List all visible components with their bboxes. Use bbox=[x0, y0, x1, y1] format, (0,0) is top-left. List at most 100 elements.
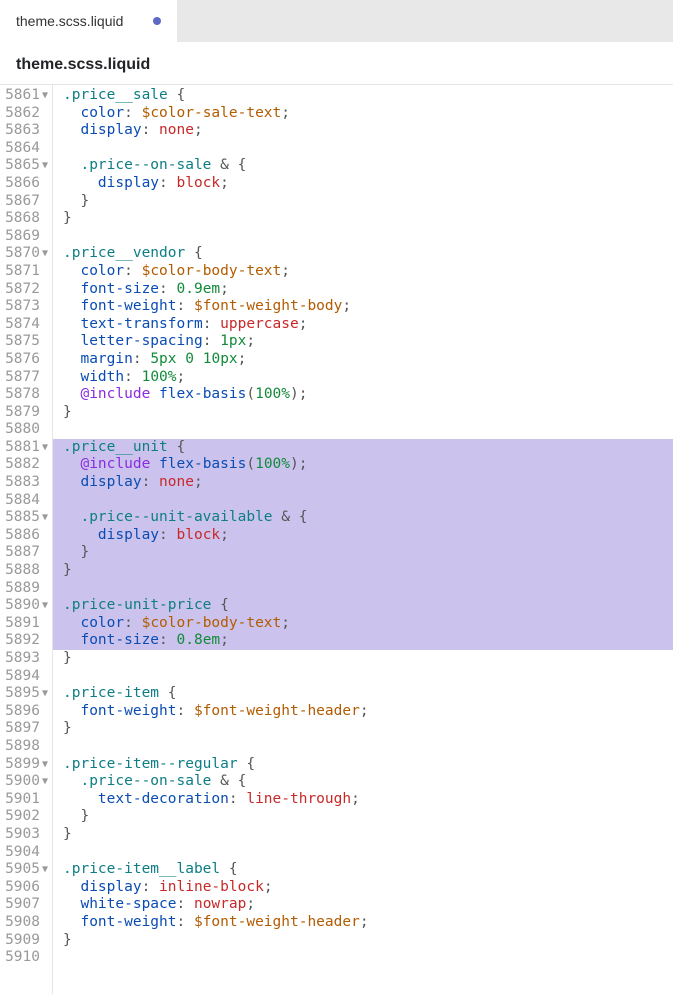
gutter-row: 5879 bbox=[0, 404, 52, 422]
gutter-row: 5885▼ bbox=[0, 509, 52, 527]
code-line[interactable]: .price--on-sale & { bbox=[63, 773, 673, 791]
code-line[interactable]: @include flex-basis(100%); bbox=[53, 456, 673, 474]
code-line[interactable]: .price-item__label { bbox=[63, 861, 673, 879]
gutter-row: 5906 bbox=[0, 879, 52, 897]
code-line[interactable] bbox=[63, 668, 673, 686]
code-line[interactable]: text-decoration: line-through; bbox=[63, 791, 673, 809]
gutter-row: 5891 bbox=[0, 615, 52, 633]
code-line[interactable]: font-weight: $font-weight-header; bbox=[63, 914, 673, 932]
code-line[interactable]: } bbox=[63, 826, 673, 844]
gutter-row: 5875 bbox=[0, 333, 52, 351]
fold-toggle-icon[interactable]: ▼ bbox=[40, 509, 50, 527]
line-number: 5881 bbox=[0, 439, 40, 457]
tab-file[interactable]: theme.scss.liquid bbox=[0, 0, 177, 42]
gutter-row: 5894 bbox=[0, 668, 52, 686]
code-line[interactable] bbox=[53, 492, 673, 510]
line-number: 5885 bbox=[0, 509, 40, 527]
code-line[interactable]: .price__vendor { bbox=[63, 245, 673, 263]
code-line[interactable]: } bbox=[63, 720, 673, 738]
fold-toggle-icon[interactable]: ▼ bbox=[40, 756, 50, 774]
code-line[interactable]: .price-item { bbox=[63, 685, 673, 703]
line-number: 5905 bbox=[0, 861, 40, 879]
gutter-row: 5882 bbox=[0, 456, 52, 474]
line-number: 5894 bbox=[0, 668, 40, 686]
gutter-row: 5869 bbox=[0, 228, 52, 246]
code-line[interactable]: } bbox=[63, 193, 673, 211]
fold-toggle-icon[interactable]: ▼ bbox=[40, 773, 50, 791]
code-line[interactable]: display: inline-block; bbox=[63, 879, 673, 897]
fold-toggle-icon[interactable]: ▼ bbox=[40, 157, 50, 175]
file-header: theme.scss.liquid bbox=[0, 42, 673, 85]
code-line[interactable]: } bbox=[63, 404, 673, 422]
gutter-row: 5883 bbox=[0, 474, 52, 492]
code-line[interactable]: .price--unit-available & { bbox=[53, 509, 673, 527]
code-line[interactable]: text-transform: uppercase; bbox=[63, 316, 673, 334]
gutter-row: 5901 bbox=[0, 791, 52, 809]
code-line[interactable]: } bbox=[53, 544, 673, 562]
code-area[interactable]: .price__sale { color: $color-sale-text; … bbox=[52, 85, 673, 994]
code-line[interactable] bbox=[63, 738, 673, 756]
code-line[interactable]: font-size: 0.8em; bbox=[53, 632, 673, 650]
code-line[interactable]: display: none; bbox=[53, 474, 673, 492]
code-line[interactable]: font-size: 0.9em; bbox=[63, 281, 673, 299]
file-name: theme.scss.liquid bbox=[16, 56, 150, 73]
fold-toggle-icon[interactable]: ▼ bbox=[40, 245, 50, 263]
code-line[interactable]: @include flex-basis(100%); bbox=[63, 386, 673, 404]
code-line[interactable]: .price__unit { bbox=[53, 439, 673, 457]
code-line[interactable] bbox=[63, 844, 673, 862]
tab-bar: theme.scss.liquid bbox=[0, 0, 673, 42]
code-editor[interactable]: 5861▼5862586358645865▼586658675868586958… bbox=[0, 85, 673, 994]
line-number: 5882 bbox=[0, 456, 40, 474]
code-line[interactable]: } bbox=[63, 210, 673, 228]
code-line[interactable]: display: none; bbox=[63, 122, 673, 140]
fold-toggle-icon[interactable]: ▼ bbox=[40, 87, 50, 105]
line-number: 5862 bbox=[0, 105, 40, 123]
fold-toggle-icon[interactable]: ▼ bbox=[40, 861, 50, 879]
code-line[interactable]: .price-item--regular { bbox=[63, 756, 673, 774]
line-number: 5874 bbox=[0, 316, 40, 334]
gutter-row: 5910 bbox=[0, 949, 52, 967]
code-line[interactable]: font-weight: $font-weight-body; bbox=[63, 298, 673, 316]
gutter-row: 5909 bbox=[0, 932, 52, 950]
code-line[interactable] bbox=[63, 421, 673, 439]
code-line[interactable]: width: 100%; bbox=[63, 369, 673, 387]
code-line[interactable]: } bbox=[63, 808, 673, 826]
code-line[interactable]: font-weight: $font-weight-header; bbox=[63, 703, 673, 721]
line-number: 5861 bbox=[0, 87, 40, 105]
code-line[interactable]: letter-spacing: 1px; bbox=[63, 333, 673, 351]
gutter-row: 5864 bbox=[0, 140, 52, 158]
fold-toggle-icon[interactable]: ▼ bbox=[40, 597, 50, 615]
code-line[interactable]: color: $color-body-text; bbox=[53, 615, 673, 633]
line-number: 5892 bbox=[0, 632, 40, 650]
code-line[interactable] bbox=[63, 140, 673, 158]
line-number: 5872 bbox=[0, 281, 40, 299]
fold-toggle-icon[interactable]: ▼ bbox=[40, 685, 50, 703]
code-line[interactable]: } bbox=[63, 932, 673, 950]
line-number: 5887 bbox=[0, 544, 40, 562]
line-number: 5880 bbox=[0, 421, 40, 439]
fold-toggle-icon[interactable]: ▼ bbox=[40, 439, 50, 457]
code-line[interactable]: } bbox=[63, 650, 673, 668]
gutter-row: 5877 bbox=[0, 369, 52, 387]
gutter-row: 5861▼ bbox=[0, 87, 52, 105]
line-number: 5884 bbox=[0, 492, 40, 510]
gutter-row: 5893 bbox=[0, 650, 52, 668]
gutter-row: 5896 bbox=[0, 703, 52, 721]
code-line[interactable]: } bbox=[53, 562, 673, 580]
code-line[interactable]: color: $color-body-text; bbox=[63, 263, 673, 281]
line-number: 5868 bbox=[0, 210, 40, 228]
line-number: 5869 bbox=[0, 228, 40, 246]
code-line[interactable]: .price-unit-price { bbox=[53, 597, 673, 615]
code-line[interactable]: margin: 5px 0 10px; bbox=[63, 351, 673, 369]
code-line[interactable] bbox=[53, 580, 673, 598]
code-line[interactable]: display: block; bbox=[63, 175, 673, 193]
code-line[interactable] bbox=[63, 949, 673, 967]
gutter-row: 5872 bbox=[0, 281, 52, 299]
code-line[interactable]: color: $color-sale-text; bbox=[63, 105, 673, 123]
code-line[interactable]: .price--on-sale & { bbox=[63, 157, 673, 175]
code-line[interactable]: display: block; bbox=[53, 527, 673, 545]
code-line[interactable] bbox=[63, 228, 673, 246]
code-line[interactable]: white-space: nowrap; bbox=[63, 896, 673, 914]
line-number: 5864 bbox=[0, 140, 40, 158]
code-line[interactable]: .price__sale { bbox=[63, 87, 673, 105]
